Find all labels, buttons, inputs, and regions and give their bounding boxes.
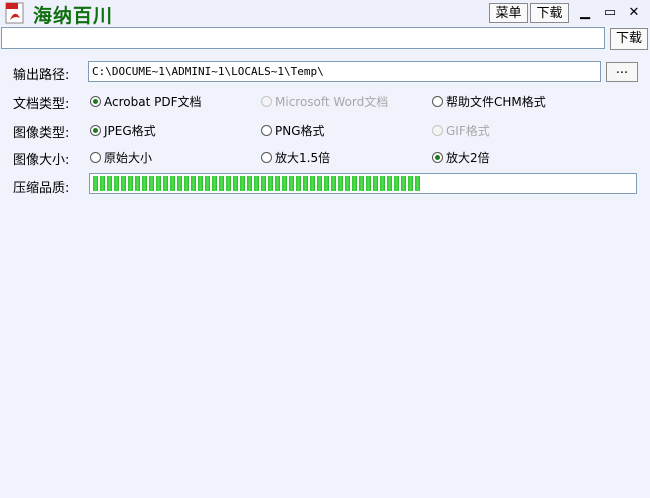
radio-gif: GIF格式 bbox=[432, 122, 490, 139]
radio-chm-label: 帮助文件CHM格式 bbox=[446, 95, 546, 109]
radio-unselected-icon bbox=[261, 152, 272, 163]
menu-button[interactable]: 菜单 bbox=[489, 3, 528, 23]
compression-label: 压缩品质: bbox=[13, 181, 70, 196]
radio-png[interactable]: PNG格式 bbox=[261, 122, 325, 139]
title-bar: 海纳百川 菜单 下载 ▁ ▭ ✕ bbox=[0, 0, 650, 27]
download-menu-button[interactable]: 下载 bbox=[530, 3, 569, 23]
radio-disabled-icon bbox=[261, 96, 272, 107]
radio-unselected-icon bbox=[261, 125, 272, 136]
radio-unselected-icon bbox=[90, 152, 101, 163]
compression-fill bbox=[93, 176, 422, 191]
radio-scale-1-5-label: 放大1.5倍 bbox=[275, 151, 331, 165]
image-type-label: 图像类型: bbox=[13, 126, 70, 141]
radio-chm[interactable]: 帮助文件CHM格式 bbox=[432, 93, 546, 110]
radio-original-size[interactable]: 原始大小 bbox=[90, 149, 152, 166]
radio-selected-icon bbox=[90, 96, 101, 107]
url-row: 下载 bbox=[0, 26, 650, 53]
radio-scale-1-5[interactable]: 放大1.5倍 bbox=[261, 149, 330, 166]
radio-png-label: PNG格式 bbox=[275, 124, 325, 138]
output-path-label: 输出路径: bbox=[13, 68, 70, 83]
radio-disabled-icon bbox=[432, 125, 443, 136]
radio-original-size-label: 原始大小 bbox=[104, 151, 153, 165]
radio-selected-icon bbox=[432, 152, 443, 163]
pdf-document-icon bbox=[5, 2, 24, 24]
radio-word: Microsoft Word文档 bbox=[261, 93, 388, 110]
doc-type-label: 文档类型: bbox=[13, 97, 70, 112]
url-input[interactable] bbox=[1, 27, 605, 49]
radio-jpeg-label: JPEG格式 bbox=[104, 124, 156, 138]
app-title: 海纳百川 bbox=[33, 5, 114, 27]
output-path-input[interactable]: C:\DOCUME~1\ADMINI~1\LOCALS~1\Temp\ bbox=[88, 61, 601, 82]
close-icon[interactable]: ✕ bbox=[624, 4, 644, 22]
radio-pdf[interactable]: Acrobat PDF文档 bbox=[90, 93, 201, 110]
browse-button[interactable]: ... bbox=[606, 62, 638, 82]
maximize-icon[interactable]: ▭ bbox=[600, 4, 620, 22]
compression-slider[interactable] bbox=[89, 173, 637, 194]
radio-selected-icon bbox=[90, 125, 101, 136]
radio-scale-2[interactable]: 放大2倍 bbox=[432, 149, 490, 166]
radio-gif-label: GIF格式 bbox=[446, 124, 490, 138]
radio-pdf-label: Acrobat PDF文档 bbox=[104, 95, 202, 109]
radio-word-label: Microsoft Word文档 bbox=[275, 95, 389, 109]
radio-scale-2-label: 放大2倍 bbox=[446, 151, 490, 165]
minimize-icon[interactable]: ▁ bbox=[575, 4, 595, 22]
image-size-label: 图像大小: bbox=[13, 153, 70, 168]
download-button[interactable]: 下载 bbox=[610, 28, 648, 50]
radio-jpeg[interactable]: JPEG格式 bbox=[90, 122, 156, 139]
radio-unselected-icon bbox=[432, 96, 443, 107]
